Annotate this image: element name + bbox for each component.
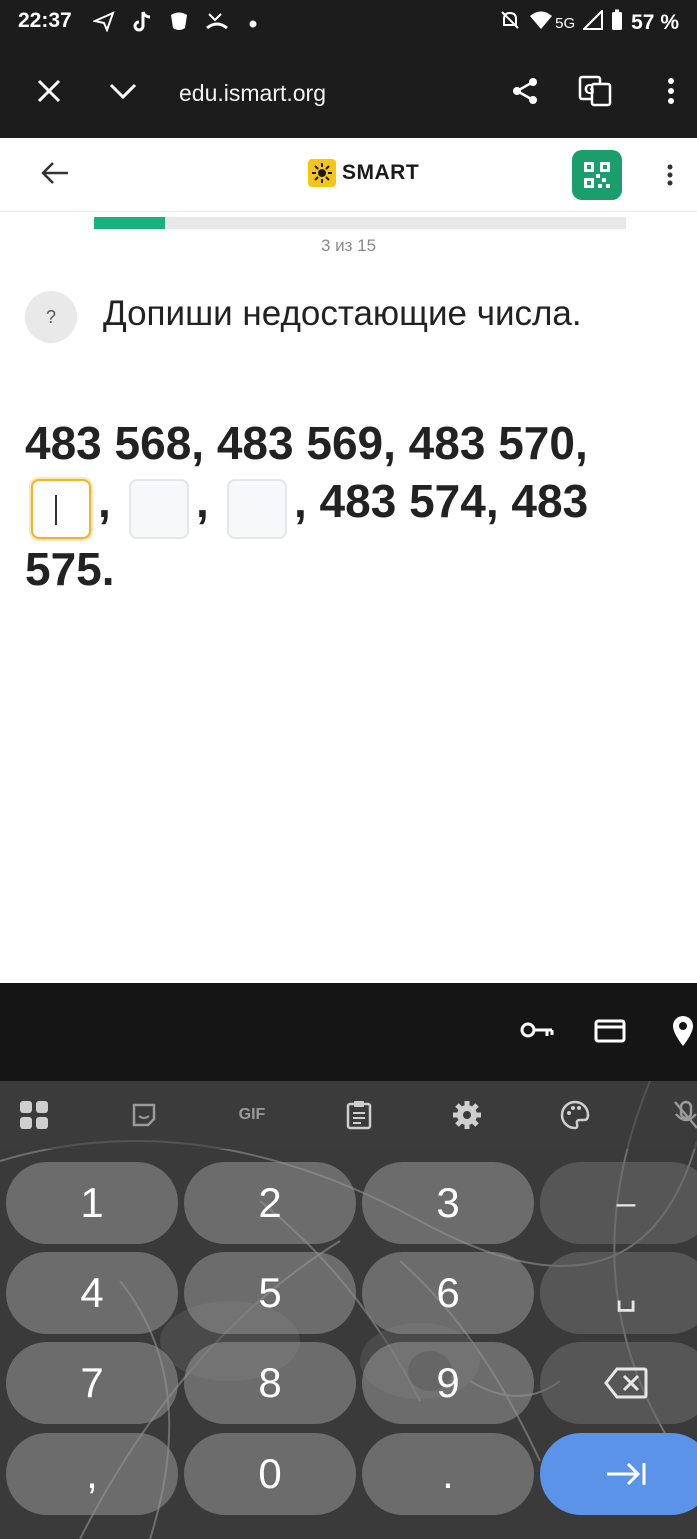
battery-icon: [611, 9, 623, 37]
sticker-icon[interactable]: [126, 1097, 162, 1133]
location-pin-icon[interactable]: [671, 1015, 695, 1052]
keyboard-top-bar: GIF: [0, 1081, 697, 1149]
svg-text:G: G: [584, 83, 595, 98]
logo-text: SMART: [342, 161, 420, 184]
more-notifications-dot: [248, 12, 258, 35]
qr-code-icon: [584, 162, 610, 188]
logo-sun-icon: [308, 159, 336, 187]
status-right: 5G 57 %: [499, 8, 679, 37]
key-2[interactable]: 2: [184, 1162, 356, 1244]
separator-comma-1: ,: [98, 475, 111, 527]
status-time: 22:37: [18, 9, 72, 32]
network-type: 5G: [555, 14, 576, 32]
wifi-icon: [529, 10, 553, 36]
smart-logo: SMART: [308, 159, 419, 187]
theme-palette-icon[interactable]: [557, 1097, 593, 1133]
key-dot[interactable]: .: [362, 1433, 534, 1515]
key-minus[interactable]: –: [540, 1162, 697, 1244]
close-icon[interactable]: [32, 74, 66, 108]
answer-input-3[interactable]: [227, 479, 287, 539]
app-header: SMART: [0, 138, 697, 212]
key-1[interactable]: 1: [6, 1162, 178, 1244]
translate-icon[interactable]: G: [578, 74, 612, 108]
next-field-icon: [607, 1462, 646, 1486]
autofill-bar: [0, 983, 697, 1081]
app-menu-icon[interactable]: [666, 163, 674, 192]
app-notification-icon: [168, 10, 190, 38]
key-8[interactable]: 8: [184, 1342, 356, 1424]
missed-call-icon: [205, 10, 229, 38]
key-space[interactable]: ␣: [540, 1252, 697, 1334]
mic-off-icon[interactable]: [668, 1097, 697, 1133]
gif-button[interactable]: GIF: [230, 1097, 274, 1133]
key-5[interactable]: 5: [184, 1252, 356, 1334]
signal-icon: [581, 8, 604, 36]
back-arrow-icon[interactable]: [40, 160, 70, 191]
key-next[interactable]: [540, 1433, 697, 1515]
status-bar: 22:37 5G 57 %: [0, 0, 697, 44]
sequence-part-3: 575.: [25, 543, 115, 595]
key-7[interactable]: 7: [6, 1342, 178, 1424]
help-button[interactable]: ?: [25, 291, 77, 343]
mute-icon: [499, 9, 521, 37]
key-0[interactable]: 0: [184, 1433, 356, 1515]
share-icon[interactable]: [508, 74, 542, 108]
sequence-part-1: 483 568, 483 569, 483 570,: [25, 417, 588, 469]
key-6[interactable]: 6: [362, 1252, 534, 1334]
separator-comma-2: ,: [196, 475, 209, 527]
qr-code-button[interactable]: [572, 150, 622, 200]
key-4[interactable]: 4: [6, 1252, 178, 1334]
progress-label: 3 из 15: [320, 236, 377, 255]
progress-bar: [94, 217, 626, 229]
sequence-part-2: , 483 574, 483: [294, 475, 589, 527]
chevron-down-icon[interactable]: [106, 74, 140, 108]
key-9[interactable]: 9: [362, 1342, 534, 1424]
answer-input-1[interactable]: [31, 479, 91, 539]
more-vert-icon[interactable]: [654, 74, 688, 108]
question-text: Допиши недостающие числа.: [103, 294, 582, 333]
text-caret: [55, 495, 57, 525]
password-key-icon[interactable]: [519, 1018, 555, 1047]
key-3[interactable]: 3: [362, 1162, 534, 1244]
url-display[interactable]: edu.ismart.org: [179, 80, 326, 107]
settings-gear-icon[interactable]: [449, 1097, 485, 1133]
browser-toolbar: edu.ismart.org G: [0, 44, 697, 138]
battery-percent: 57 %: [631, 11, 679, 34]
send-icon: [91, 10, 115, 38]
payment-card-icon[interactable]: [594, 1019, 626, 1048]
apps-grid-icon[interactable]: [16, 1097, 52, 1133]
progress-fill: [94, 217, 165, 229]
backspace-icon: [604, 1367, 648, 1399]
numeric-keyboard: GIF 1 2 3 – 4 5 6 ␣ 7 8 9 , 0 .: [0, 1081, 697, 1539]
answer-input-2[interactable]: [129, 479, 189, 539]
tiktok-icon: [131, 10, 153, 40]
clipboard-icon[interactable]: [341, 1097, 377, 1133]
key-backspace[interactable]: [540, 1342, 697, 1424]
key-comma[interactable]: ,: [6, 1433, 178, 1515]
